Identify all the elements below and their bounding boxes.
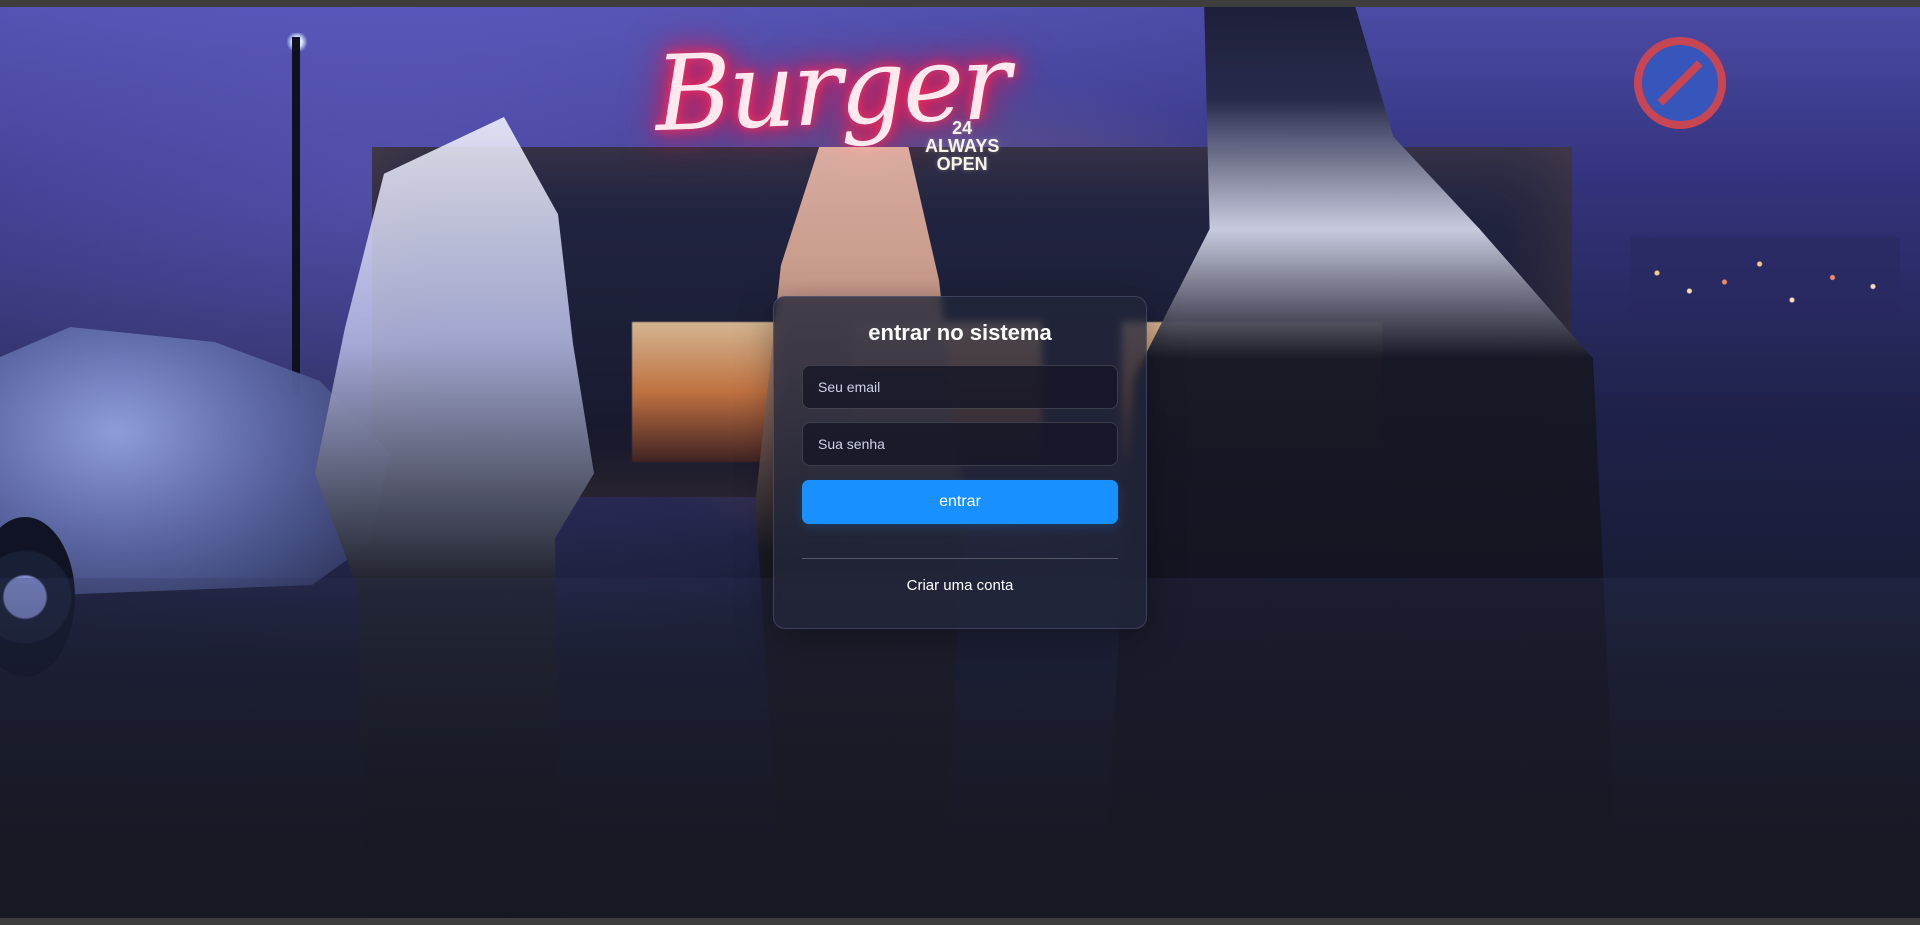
bottom-edge-bar bbox=[0, 918, 1920, 925]
street-ground bbox=[0, 578, 1920, 918]
login-card: entrar no sistema entrar Criar uma conta bbox=[773, 296, 1147, 629]
password-input[interactable] bbox=[802, 422, 1118, 466]
login-page: Burger 24 ALWAYS OPEN entrar no sistema … bbox=[0, 0, 1920, 925]
form-divider bbox=[802, 558, 1118, 559]
street-lamp-pole bbox=[292, 37, 300, 397]
top-edge-bar bbox=[0, 0, 1920, 7]
email-input-wrapper bbox=[802, 365, 1118, 409]
password-input-wrapper bbox=[802, 422, 1118, 466]
always-open-sign: 24 ALWAYS OPEN bbox=[925, 118, 1000, 174]
login-button[interactable]: entrar bbox=[802, 480, 1118, 524]
create-account-link[interactable]: Criar uma conta bbox=[802, 577, 1118, 595]
login-title: entrar no sistema bbox=[868, 320, 1052, 345]
city-lights bbox=[1630, 237, 1900, 327]
store-window-left bbox=[632, 322, 782, 462]
email-input[interactable] bbox=[802, 365, 1118, 409]
no-parking-sign bbox=[1634, 37, 1726, 129]
